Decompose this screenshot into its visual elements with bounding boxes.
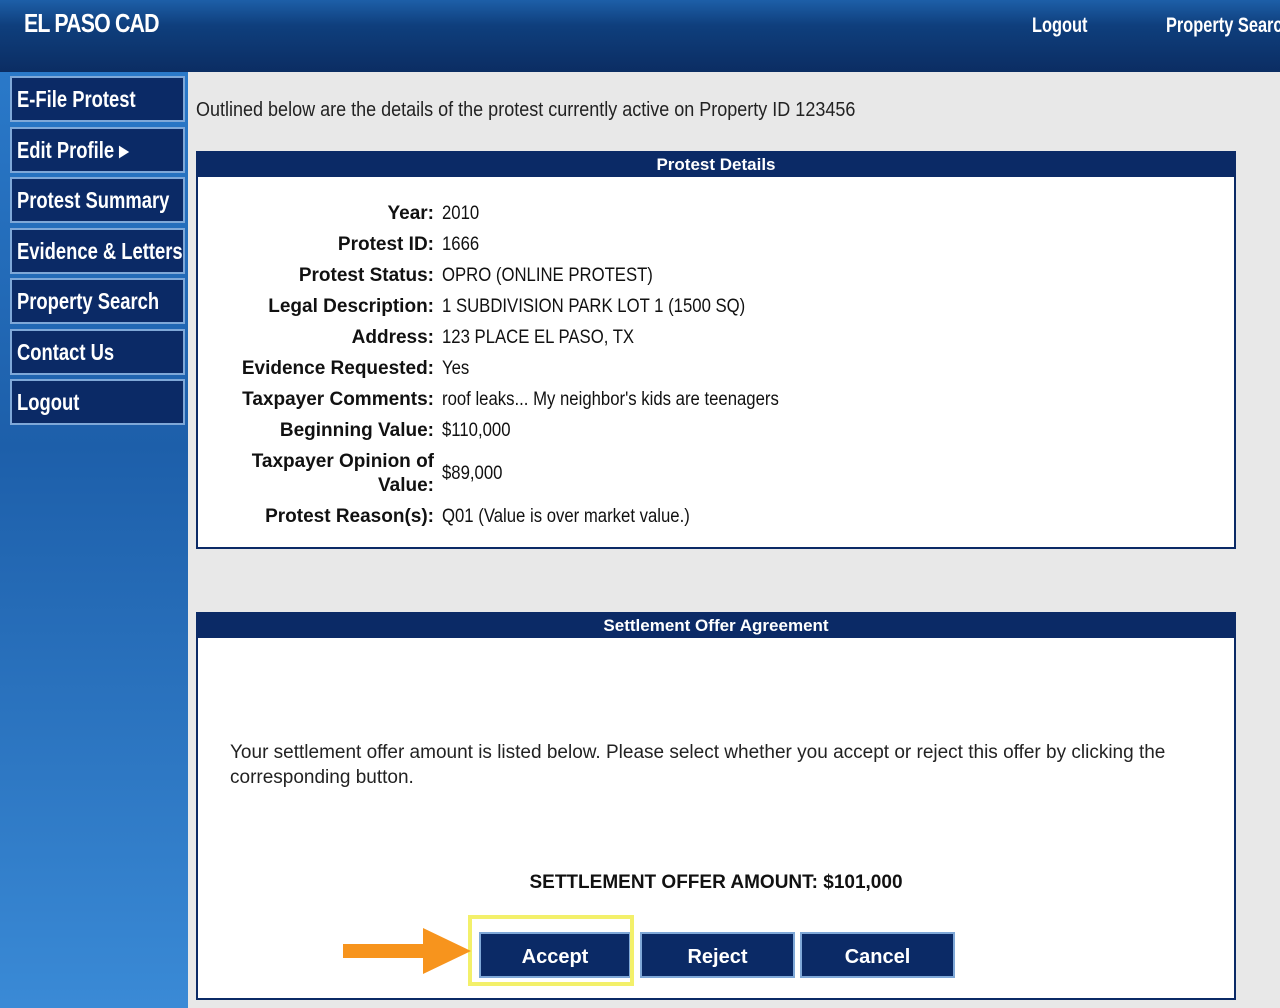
detail-label: Legal Description:: [268, 296, 434, 317]
nav-efile-protest[interactable]: E-File Protest: [10, 76, 185, 122]
brand-title: EL PASO CAD: [24, 8, 160, 38]
logout-link[interactable]: Logout: [1032, 14, 1087, 38]
detail-value: $89,000: [442, 463, 503, 484]
pointer-arrow-icon: [343, 928, 471, 974]
detail-label: Evidence Requested:: [241, 358, 434, 379]
detail-label-line2: Value:: [378, 475, 434, 496]
detail-label: Protest Status:: [298, 265, 434, 286]
detail-value: Q01 (Value is over market value.): [442, 506, 690, 527]
detail-label: Address:: [351, 327, 434, 348]
nav-evidence-letters[interactable]: Evidence & Letters: [10, 227, 185, 274]
reject-button[interactable]: Reject: [640, 932, 795, 978]
nav-label: Evidence & Letters: [17, 237, 183, 264]
protest-details-title: Protest Details: [198, 153, 1234, 177]
nav-protest-summary[interactable]: Protest Summary: [10, 177, 185, 223]
detail-label: Taxpayer Comments:: [242, 389, 434, 410]
nav-property-search[interactable]: Property Search: [10, 278, 185, 324]
nav-label: E-File Protest: [17, 86, 136, 112]
nav-contact-us[interactable]: Contact Us: [10, 328, 185, 375]
detail-label: Taxpayer Opinion of: [251, 451, 434, 472]
detail-label: Year:: [387, 203, 434, 224]
detail-label: Protest Reason(s):: [265, 506, 434, 527]
detail-value: 123 PLACE EL PASO, TX: [442, 327, 635, 348]
settlement-title: Settlement Offer Agreement: [198, 614, 1234, 638]
sidebar-nav: E-File Protest Edit Profile ▸ Protest Su…: [10, 76, 185, 430]
cancel-button[interactable]: Cancel: [800, 932, 955, 978]
property-search-link[interactable]: Property Search: [1166, 14, 1280, 38]
nav-label: Logout: [17, 389, 80, 415]
detail-value: Yes: [442, 358, 470, 379]
intro-text: Outlined below are the details of the pr…: [196, 99, 856, 121]
detail-value: roof leaks... My neighbor's kids are tee…: [442, 389, 779, 410]
nav-label: Protest Summary: [17, 187, 170, 213]
top-bar: EL PASO CAD Logout Property Search: [0, 0, 1280, 72]
detail-value: $110,000: [442, 420, 511, 441]
accept-highlight-box: [468, 915, 634, 986]
settlement-offer-amount: SETTLEMENT OFFER AMOUNT: $101,000: [529, 872, 903, 893]
settlement-message: Your settlement offer amount is listed b…: [230, 742, 1166, 788]
nav-label: Edit Profile ▸: [17, 136, 129, 163]
nav-logout[interactable]: Logout: [10, 379, 185, 425]
nav-label: Contact Us: [17, 338, 115, 365]
detail-label: Protest ID:: [337, 234, 434, 255]
detail-label: Beginning Value:: [279, 420, 434, 441]
protest-details-panel: Protest Details Year: 2010 Protest ID: 166…: [196, 151, 1236, 549]
detail-value: 1 SUBDIVISION PARK LOT 1 (1500 SQ): [442, 296, 746, 317]
detail-value: 2010: [442, 203, 480, 224]
nav-edit-profile[interactable]: Edit Profile ▸: [10, 126, 185, 173]
detail-value: OPRO (ONLINE PROTEST): [442, 265, 653, 286]
detail-value: 1666: [442, 234, 480, 255]
nav-label: Property Search: [17, 288, 160, 314]
